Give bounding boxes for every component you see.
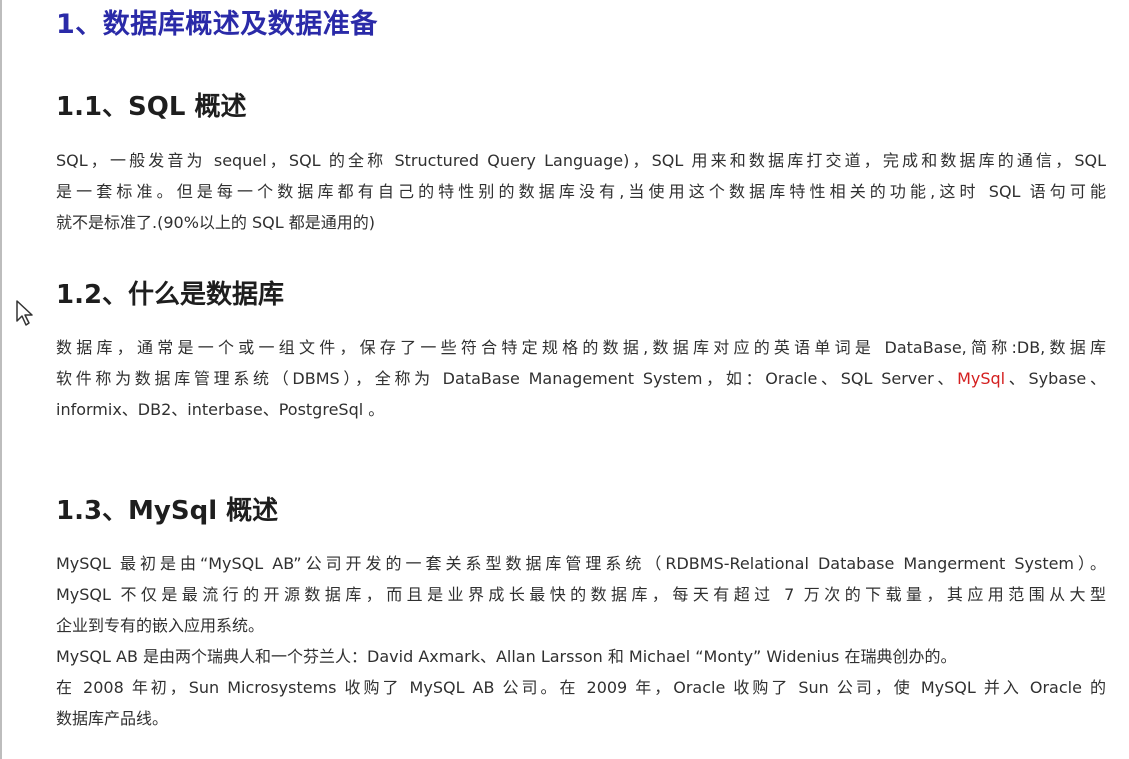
paragraph-line: 软件称为数据库管理系统（DBMS），全称为 DataBase Managemen…: [56, 363, 1106, 394]
mysql-highlight: MySql: [957, 369, 1006, 388]
section-title-mysql-overview: 1.3、MySql 概述: [56, 496, 279, 526]
paragraph-line: 就不是标准了.(90%以上的 SQL 都是通用的): [56, 213, 375, 232]
paragraph-line: informix、DB2、interbase、PostgreSql 。: [56, 400, 385, 419]
paragraph-line: 企业到专有的嵌入应用系统。: [56, 616, 265, 635]
paragraph-line: 在 2008 年初，Sun Microsystems 收购了 MySQL AB …: [56, 678, 1106, 697]
paragraph-line: MySQL 不仅是最流行的开源数据库，而且是业界成长最快的数据库，每天有超过 7…: [56, 585, 1106, 604]
section-title-what-is-database: 1.2、什么是数据库: [56, 280, 285, 310]
section-body-sql-overview: SQL，一般发音为 sequel，SQL 的全称 Structured Quer…: [56, 145, 1106, 238]
paragraph-text: 软件称为数据库管理系统（DBMS），全称为 DataBase Managemen…: [56, 369, 958, 388]
mouse-cursor-icon: [16, 300, 33, 326]
paragraph-text: 、Sybase、: [1005, 369, 1106, 388]
document-heading: 1、数据库概述及数据准备: [56, 9, 378, 40]
section-body-mysql-overview: MySQL 最初是由“MySQL AB”公司开发的一套关系型数据库管理系统（RD…: [56, 548, 1106, 734]
paragraph-line: 数据库产品线。: [56, 709, 169, 728]
paragraph-line: SQL，一般发音为 sequel，SQL 的全称 Structured Quer…: [56, 151, 1106, 170]
section-title-sql-overview: 1.1、SQL 概述: [56, 92, 247, 122]
section-body-what-is-database: 数据库，通常是一个或一组文件，保存了一些符合特定规格的数据,数据库对应的英语单词…: [56, 332, 1106, 425]
paragraph-line: MySQL AB 是由两个瑞典人和一个芬兰人：David Axmark、Alla…: [56, 647, 957, 666]
paragraph-line: 数据库，通常是一个或一组文件，保存了一些符合特定规格的数据,数据库对应的英语单词…: [56, 338, 1106, 357]
paragraph-line: MySQL 最初是由“MySQL AB”公司开发的一套关系型数据库管理系统（RD…: [56, 554, 1106, 573]
paragraph-line: 是一套标准。但是每一个数据库都有自己的特性别的数据库没有,当使用这个数据库特性相…: [56, 182, 1106, 201]
document-page: 1、数据库概述及数据准备 1.1、SQL 概述 SQL，一般发音为 sequel…: [0, 0, 1129, 759]
